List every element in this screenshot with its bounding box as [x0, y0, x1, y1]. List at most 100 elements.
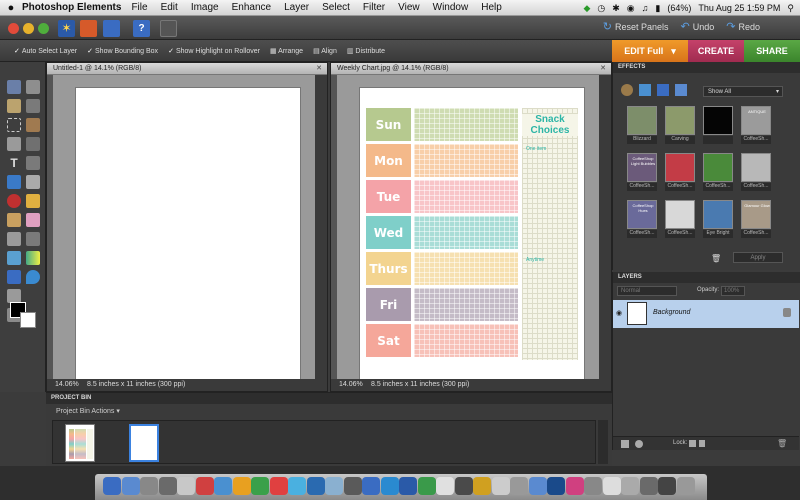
favorites-icon[interactable] — [675, 84, 687, 96]
organizer-icon[interactable] — [80, 20, 97, 37]
bin-thumb-untitled[interactable] — [129, 424, 159, 462]
time-machine-icon[interactable]: ◷ — [597, 3, 605, 14]
effect-thumbnail[interactable]: Eye Bright — [703, 200, 733, 238]
dock-app-icon[interactable] — [565, 477, 584, 495]
doc2-canvas[interactable]: Sun Mon Tue Wed Thurs Fri Sat Snack Choi… — [359, 87, 585, 380]
menu-enhance[interactable]: Enhance — [232, 2, 271, 13]
gradient-tool-icon[interactable] — [26, 251, 40, 265]
photo-effects-icon[interactable] — [657, 84, 669, 96]
dock-app-icon[interactable] — [269, 477, 288, 495]
dock-app-icon[interactable] — [158, 477, 177, 495]
eye-visibility-icon[interactable]: ◉ — [616, 309, 622, 317]
dock-app-icon[interactable] — [658, 477, 676, 495]
layer-name[interactable]: Background — [653, 309, 690, 316]
adjustment-layer-icon[interactable] — [635, 440, 643, 448]
dock-app-icon[interactable] — [454, 477, 473, 495]
dock-app-icon[interactable] — [288, 477, 306, 495]
bluetooth-icon[interactable]: ✱ — [612, 3, 620, 14]
menu-help[interactable]: Help — [481, 2, 502, 13]
lock-transparency-icon[interactable] — [689, 440, 696, 447]
doc1-tab[interactable]: Untitled-1 @ 14.1% (RGB/8) ✕ — [47, 63, 327, 75]
menu-window[interactable]: Window — [433, 2, 469, 13]
evernote-icon[interactable]: ◆ — [583, 3, 590, 14]
dock-app-icon[interactable] — [417, 477, 436, 495]
align-dropdown[interactable]: ▤ Align — [313, 47, 337, 55]
dock-app-icon[interactable] — [436, 477, 454, 495]
effect-thumbnail[interactable]: Glamour Glow CoffeeSh... — [741, 200, 771, 238]
effect-thumbnail[interactable]: CoffeeSh... — [665, 153, 695, 191]
paint-bucket-icon[interactable] — [7, 251, 21, 265]
doc2-zoom[interactable]: 14.06% — [339, 379, 371, 391]
selection-brush-icon[interactable] — [26, 137, 40, 151]
dock-app-icon[interactable] — [232, 477, 251, 495]
doc2-tab[interactable]: Weekly Chart.jpg @ 14.1% (RGB/8) ✕ — [331, 63, 611, 75]
lock-all-icon[interactable] — [699, 440, 705, 447]
bin-thumb-weekly-chart[interactable] — [65, 424, 95, 462]
dock-app-icon[interactable] — [399, 477, 417, 495]
hand-tool-icon[interactable] — [7, 99, 21, 113]
magic-wand-tool-icon[interactable] — [7, 137, 21, 151]
show-highlight-option[interactable]: ✓ Show Highlight on Rollover — [168, 47, 260, 55]
dock-app-icon[interactable] — [473, 477, 491, 495]
blend-mode-dropdown[interactable]: Normal — [617, 286, 677, 296]
reset-panels-button[interactable]: ↻ Reset Panels — [603, 20, 669, 33]
battery-icon[interactable]: ▮ — [655, 3, 660, 14]
close-window-icon[interactable] — [8, 23, 19, 34]
menu-select[interactable]: Select — [322, 2, 350, 13]
effect-thumbnail[interactable]: ANTIQUE CoffeeSh... — [741, 106, 771, 144]
zoom-window-icon[interactable] — [38, 23, 49, 34]
dock-app-icon[interactable] — [251, 477, 269, 495]
dock-app-icon[interactable] — [491, 477, 510, 495]
menu-filter[interactable]: Filter — [363, 2, 385, 13]
auto-select-layer-option[interactable]: ✓ Auto Select Layer — [14, 47, 77, 55]
eraser-tool-icon[interactable] — [26, 213, 40, 227]
tab-share[interactable]: SHARE — [744, 40, 800, 62]
search-box-icon[interactable] — [160, 20, 177, 37]
effect-thumbnail[interactable]: Carving — [665, 106, 695, 144]
volume-icon[interactable]: ♫ — [642, 3, 649, 13]
dock-app-icon[interactable] — [621, 477, 639, 495]
clock[interactable]: Thu Aug 25 1:59 PM — [698, 3, 780, 13]
effect-thumbnail[interactable] — [703, 106, 733, 144]
spot-healing-icon[interactable] — [26, 194, 40, 208]
dock-app-icon[interactable] — [343, 477, 362, 495]
opacity-field[interactable]: 100% — [721, 286, 745, 296]
new-file-icon[interactable]: ✶ — [58, 20, 75, 37]
clone-stamp-icon[interactable] — [7, 213, 21, 227]
layer-row-background[interactable]: ◉ Background — [613, 300, 799, 328]
dock-app-icon[interactable] — [140, 477, 158, 495]
new-layer-icon[interactable] — [621, 440, 629, 448]
straighten-tool-icon[interactable] — [26, 175, 40, 189]
filters-icon[interactable] — [621, 84, 633, 96]
close-doc-icon[interactable]: ✕ — [316, 63, 322, 75]
dock-app-icon[interactable] — [177, 477, 195, 495]
sponge-tool-icon[interactable] — [7, 289, 21, 303]
project-bin-actions[interactable]: Project Bin Actions ▾ — [56, 407, 120, 415]
doc1-canvas[interactable] — [75, 87, 301, 380]
effects-filter-dropdown[interactable]: Show All ▾ — [703, 86, 783, 97]
dock-app-icon[interactable] — [510, 477, 528, 495]
dock-app-icon[interactable] — [195, 477, 214, 495]
effect-thumbnail[interactable]: CoffeeSh... — [665, 200, 695, 238]
lasso-tool-icon[interactable] — [26, 118, 40, 132]
dock-app-icon[interactable] — [639, 477, 658, 495]
app-menu[interactable]: Photoshop Elements — [22, 2, 121, 13]
dock-app-icon[interactable] — [103, 477, 121, 495]
effect-thumbnail[interactable]: CoffeeShop Light Bubbles CoffeeSh... — [627, 153, 657, 191]
dock-app-icon[interactable] — [362, 477, 380, 495]
effect-thumbnail[interactable]: CoffeeSh... — [741, 153, 771, 191]
dock-app-icon[interactable] — [306, 477, 325, 495]
delete-layer-icon[interactable]: 🗑 — [777, 439, 787, 448]
eyedropper-tool-icon[interactable] — [26, 99, 40, 113]
trash-icon[interactable]: 🗑 — [711, 254, 721, 263]
doc2-scrollbar[interactable] — [599, 75, 611, 379]
save-icon[interactable] — [103, 20, 120, 37]
cookie-cutter-icon[interactable] — [7, 175, 21, 189]
menu-layer[interactable]: Layer — [284, 2, 309, 13]
layer-styles-icon[interactable] — [639, 84, 651, 96]
menu-image[interactable]: Image — [191, 2, 219, 13]
doc1-zoom[interactable]: 14.06% — [55, 379, 87, 391]
dock-app-icon[interactable] — [325, 477, 343, 495]
crop-tool-icon[interactable] — [26, 156, 40, 170]
bin-scrollbar[interactable] — [598, 420, 608, 464]
